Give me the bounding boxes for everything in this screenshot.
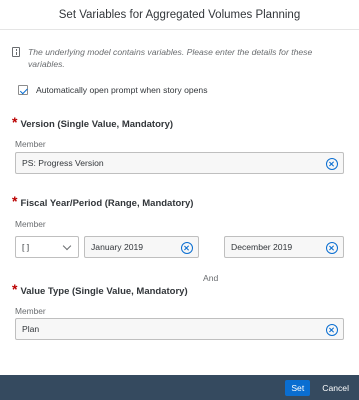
fiscal-title-text: Fiscal Year/Period (Range, Mandatory) xyxy=(20,198,194,209)
operator-value: [ ] xyxy=(22,242,30,252)
dialog-header: Set Variables for Aggregated Volumes Pla… xyxy=(0,0,359,30)
chevron-down-icon xyxy=(62,241,72,251)
version-value: PS: Progress Version xyxy=(22,158,104,168)
required-asterisk: * xyxy=(12,281,18,297)
dialog-footer: Set Cancel xyxy=(0,375,359,400)
and-label: And xyxy=(203,273,219,283)
clear-version-icon[interactable] xyxy=(326,157,338,170)
version-input[interactable]: PS: Progress Version xyxy=(15,152,344,174)
fiscal-to-input[interactable]: December 2019 xyxy=(224,236,344,258)
value-type-value: Plan xyxy=(22,324,40,334)
clear-to-icon[interactable] xyxy=(326,241,338,254)
fiscal-section-title: * Fiscal Year/Period (Range, Mandatory) xyxy=(12,193,194,209)
value-type-input[interactable]: Plan xyxy=(15,318,344,340)
value-type-title-text: Value Type (Single Value, Mandatory) xyxy=(20,286,188,297)
dialog-content: The underlying model contains variables.… xyxy=(0,30,359,375)
clear-value-type-icon[interactable] xyxy=(326,323,338,336)
fiscal-from-value: January 2019 xyxy=(91,242,144,252)
version-section-title: * Version (Single Value, Mandatory) xyxy=(12,114,174,130)
clear-from-icon[interactable] xyxy=(181,241,193,254)
auto-open-option[interactable]: Automatically open prompt when story ope… xyxy=(18,85,208,95)
version-title-text: Version (Single Value, Mandatory) xyxy=(20,119,174,130)
auto-open-checkbox[interactable] xyxy=(18,85,28,95)
version-member-label: Member xyxy=(15,139,46,149)
fiscal-from-input[interactable]: January 2019 xyxy=(84,236,199,258)
required-asterisk: * xyxy=(12,114,18,130)
set-variables-dialog: Set Variables for Aggregated Volumes Pla… xyxy=(0,0,359,400)
cancel-button[interactable]: Cancel xyxy=(318,380,353,396)
info-message: The underlying model contains variables.… xyxy=(12,46,347,70)
dialog-title: Set Variables for Aggregated Volumes Pla… xyxy=(58,8,301,21)
value-type-section-title: * Value Type (Single Value, Mandatory) xyxy=(12,281,188,297)
operator-select[interactable]: [ ] xyxy=(15,236,79,258)
required-asterisk: * xyxy=(12,193,18,209)
fiscal-member-label: Member xyxy=(15,219,46,229)
fiscal-to-value: December 2019 xyxy=(231,242,293,252)
value-type-member-label: Member xyxy=(15,306,46,316)
info-icon xyxy=(12,47,20,57)
auto-open-label: Automatically open prompt when story ope… xyxy=(36,85,208,95)
set-button[interactable]: Set xyxy=(285,379,311,396)
info-text: The underlying model contains variables.… xyxy=(28,47,313,69)
